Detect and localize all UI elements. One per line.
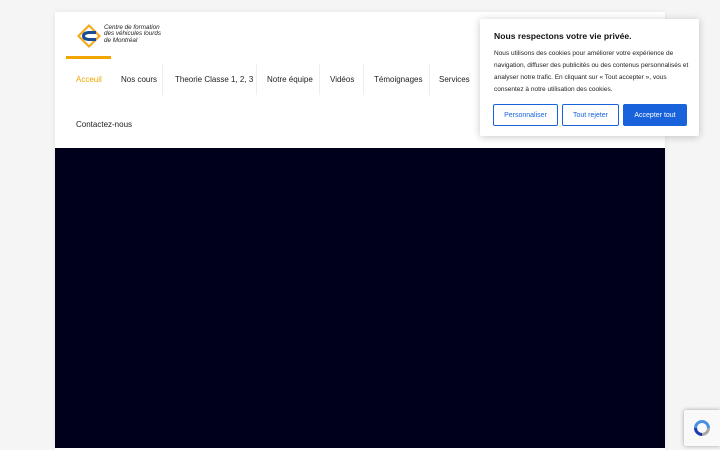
customize-button[interactable]: Personnaliser xyxy=(493,104,558,126)
nav-item-nos-cours[interactable]: Nos cours xyxy=(111,64,163,95)
nav-item-notre-equipe[interactable]: Notre équipe xyxy=(257,64,320,95)
recaptcha-badge[interactable] xyxy=(684,410,720,446)
nav-item-services[interactable]: Services xyxy=(429,64,479,95)
diamond-truck-logo-icon xyxy=(77,24,101,48)
nav-item-theorie[interactable]: Theorie Classe 1, 2, 3 xyxy=(165,64,257,95)
site-logo[interactable]: Centre de formation des véhicules lourds… xyxy=(76,23,186,49)
nav-item-acceuil[interactable]: Acceuil xyxy=(66,56,111,95)
reject-all-button[interactable]: Tout rejeter xyxy=(562,104,619,126)
video-player[interactable] xyxy=(55,148,665,448)
logo-line-3: de Montréal xyxy=(104,36,138,44)
nav-item-contactez-nous[interactable]: Contactez-nous xyxy=(66,109,146,140)
recaptcha-icon xyxy=(694,420,710,436)
accept-all-button[interactable]: Accepter tout xyxy=(623,104,687,126)
nav-item-temoignages[interactable]: Témoignages xyxy=(364,64,430,95)
logo-text: Centre de formation des véhicules lourds… xyxy=(104,24,188,44)
cookie-description: Nous utilisons des cookies pour améliore… xyxy=(494,50,689,93)
nav-item-videos[interactable]: Vidéos xyxy=(320,64,364,95)
cookie-consent-banner: Nous respectons votre vie privée. Nous u… xyxy=(480,19,699,136)
cookie-title: Nous respectons votre vie privée. xyxy=(494,31,632,41)
